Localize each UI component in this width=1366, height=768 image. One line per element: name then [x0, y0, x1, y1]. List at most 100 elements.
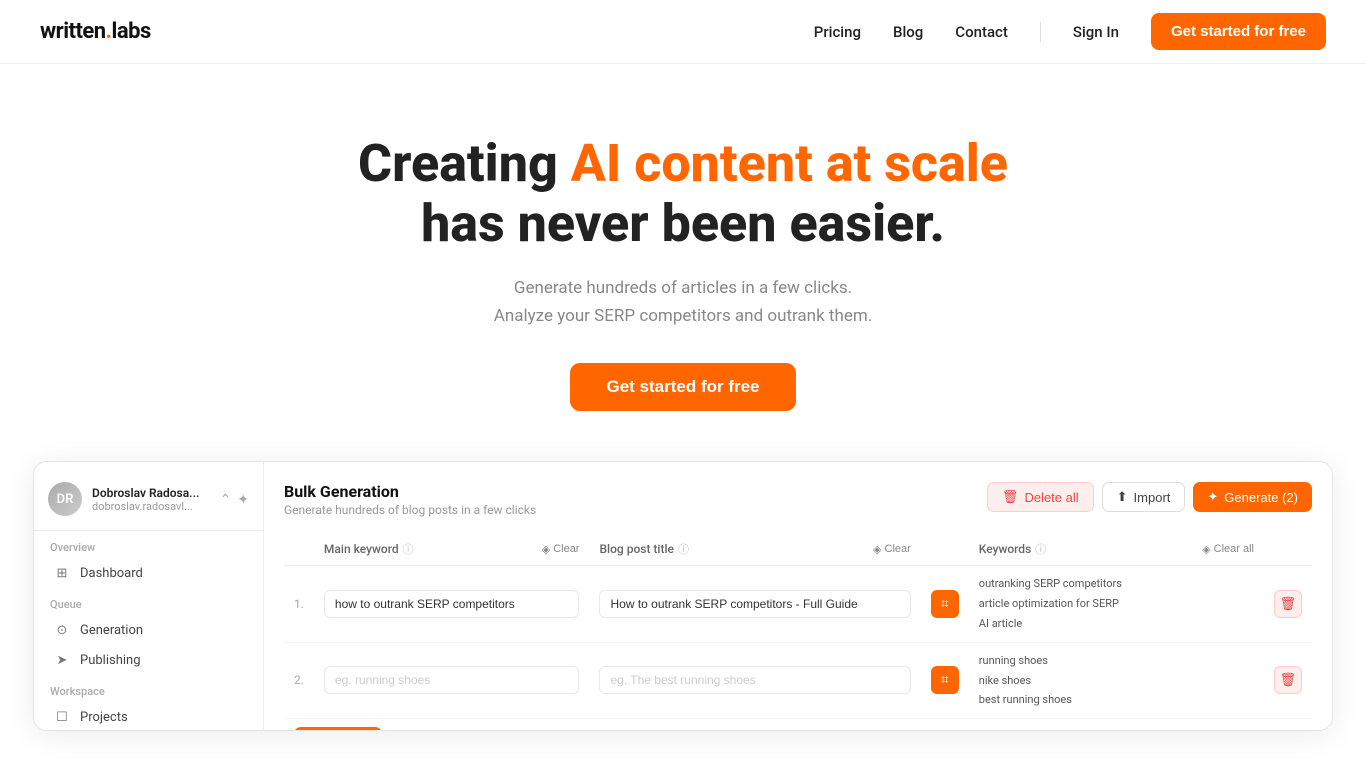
import-icon: ⬆	[1117, 489, 1128, 505]
nav-pricing[interactable]: Pricing	[814, 23, 861, 41]
generate-label: Generate (2)	[1224, 490, 1298, 505]
hero-cta-button[interactable]: Get started for free	[570, 363, 795, 411]
table-row: 1. ⌗ outranking SERP competitorsarticle …	[284, 566, 1312, 642]
navbar: written.labs Pricing Blog Contact Sign I…	[0, 0, 1366, 64]
hero-subtext2: Analyze your SERP competitors and outran…	[494, 306, 872, 326]
keyword-action-button-2[interactable]: ⌗	[931, 666, 959, 694]
sidebar-item-generation[interactable]: ⊙ Generation	[38, 615, 259, 645]
profile-name: Dobroslav Radosa...	[92, 486, 210, 500]
th-keyword-label: Main keyword	[324, 542, 399, 556]
clear-keyword-button[interactable]: ◈ Clear	[542, 543, 580, 556]
th-blog-title: Blog post title ⓘ ◈ Clear	[589, 533, 920, 566]
sidebar-item-dashboard-label: Dashboard	[80, 566, 143, 581]
clear-keyword-label: Clear	[553, 543, 579, 555]
hero-headline-part2: has never been easier.	[421, 193, 945, 254]
delete-row-button-2[interactable]: 🗑	[1274, 666, 1302, 694]
sidebar-profile: DR Dobroslav Radosa... dobroslav.radosav…	[34, 474, 263, 531]
profile-info: Dobroslav Radosa... dobroslav.radosavl..…	[92, 486, 210, 513]
generate-icon: ✦	[1207, 489, 1218, 505]
sidebar-item-publishing[interactable]: ➤ Publishing	[38, 645, 259, 675]
delete-all-label: Delete all	[1024, 490, 1078, 505]
bulk-table: Main keyword ⓘ ◈ Clear Blog	[284, 533, 1312, 730]
keyword-input-2[interactable]	[324, 666, 580, 694]
profile-settings-button[interactable]: ✦	[237, 491, 249, 508]
th-delete	[1264, 533, 1312, 566]
sidebar-item-projects[interactable]: ☐ Projects	[38, 702, 259, 731]
hero-section: Creating AI content at scale has never b…	[0, 64, 1366, 461]
sidebar-workspace-label: Workspace	[34, 675, 263, 702]
clear-title-button[interactable]: ◈ Clear	[873, 543, 911, 556]
hero-headline: Creating AI content at scale has never b…	[20, 134, 1346, 254]
title-input-1[interactable]	[599, 590, 910, 618]
sidebar-item-projects-label: Projects	[80, 710, 128, 725]
keyword-info-icon: ⓘ	[403, 541, 414, 557]
title-cell-1	[589, 566, 920, 642]
nav-links: Pricing Blog Contact Sign In Get started…	[814, 13, 1326, 50]
dashboard-icon: ⊞	[54, 565, 70, 581]
keywords-info-icon: ⓘ	[1035, 541, 1046, 557]
profile-expand-button[interactable]: ⌃	[220, 491, 232, 508]
nav-cta-button[interactable]: Get started for free	[1151, 13, 1326, 50]
clear-title-label: Clear	[885, 543, 911, 555]
import-label: Import	[1134, 490, 1171, 505]
clear-keywords-label: Clear all	[1214, 543, 1254, 555]
keyword-action-button-1[interactable]: ⌗	[931, 590, 959, 618]
title-action-2: ⌗	[921, 642, 969, 718]
clear-keywords-icon: ◈	[1202, 543, 1210, 556]
bulk-title: Bulk Generation	[284, 482, 536, 501]
delete-all-button[interactable]: 🗑 Delete all	[987, 482, 1094, 512]
nav-divider	[1040, 22, 1041, 42]
delete-cell-2: 🗑	[1264, 642, 1312, 718]
sidebar-item-generation-label: Generation	[80, 623, 143, 638]
main-content: Bulk Generation Generate hundreds of blo…	[264, 462, 1332, 730]
logo: written.labs	[40, 19, 151, 44]
sidebar-overview-label: Overview	[34, 531, 263, 558]
generation-icon: ⊙	[54, 622, 70, 638]
profile-actions: ⌃ ✦	[220, 491, 249, 508]
nav-signin[interactable]: Sign In	[1073, 23, 1119, 41]
keywords-cell-2: running shoesnike shoesbest running shoe…	[969, 642, 1264, 718]
sidebar: DR Dobroslav Radosa... dobroslav.radosav…	[34, 462, 264, 730]
th-title-action	[921, 533, 969, 566]
hero-headline-orange: AI content at scale	[571, 133, 1008, 194]
logo-dot: .	[106, 19, 112, 44]
add-blog-cell: + Blog post	[284, 719, 1312, 731]
generate-button[interactable]: ✦ Generate (2)	[1193, 482, 1312, 512]
th-keywords-label: Keywords	[979, 542, 1031, 556]
table-row: 2. ⌗ running shoesnike shoesbest running…	[284, 642, 1312, 718]
projects-icon: ☐	[54, 709, 70, 725]
title-input-2[interactable]	[599, 666, 910, 694]
nav-contact[interactable]: Contact	[955, 23, 1008, 41]
row-num-2: 2.	[284, 642, 314, 718]
clear-keywords-button[interactable]: ◈ Clear all	[1202, 543, 1254, 556]
bulk-subtitle: Generate hundreds of blog posts in a few…	[284, 503, 536, 517]
nav-blog[interactable]: Blog	[893, 23, 923, 41]
keyword-cell-2	[314, 642, 590, 718]
sidebar-item-publishing-label: Publishing	[80, 653, 141, 668]
title-action-1: ⌗	[921, 566, 969, 642]
avatar: DR	[48, 482, 82, 516]
add-blog-row: + Blog post	[284, 719, 1312, 731]
sidebar-queue-label: Queue	[34, 588, 263, 615]
keywords-list-1: outranking SERP competitorsarticle optim…	[979, 574, 1254, 633]
clear-title-icon: ◈	[873, 543, 881, 556]
publishing-icon: ➤	[54, 652, 70, 668]
keywords-list-2: running shoesnike shoesbest running shoe…	[979, 651, 1254, 710]
title-info-icon: ⓘ	[678, 541, 689, 557]
hero-subtext: Generate hundreds of articles in a few c…	[20, 274, 1346, 332]
add-blog-button[interactable]: + Blog post	[294, 727, 382, 730]
hero-subtext1: Generate hundreds of articles in a few c…	[514, 278, 852, 298]
sidebar-item-dashboard[interactable]: ⊞ Dashboard	[38, 558, 259, 588]
import-button[interactable]: ⬆ Import	[1102, 482, 1186, 512]
keywords-cell-1: outranking SERP competitorsarticle optim…	[969, 566, 1264, 642]
delete-icon: 🗑	[1002, 489, 1019, 505]
delete-cell-1: 🗑	[1264, 566, 1312, 642]
delete-row-button-1[interactable]: 🗑	[1274, 590, 1302, 618]
keyword-input-1[interactable]	[324, 590, 580, 618]
th-title-label: Blog post title	[599, 542, 673, 556]
th-main-keyword: Main keyword ⓘ ◈ Clear	[314, 533, 590, 566]
title-cell-2	[589, 642, 920, 718]
bulk-title-block: Bulk Generation Generate hundreds of blo…	[284, 482, 536, 517]
th-num	[284, 533, 314, 566]
profile-email: dobroslav.radosavl...	[92, 500, 210, 513]
